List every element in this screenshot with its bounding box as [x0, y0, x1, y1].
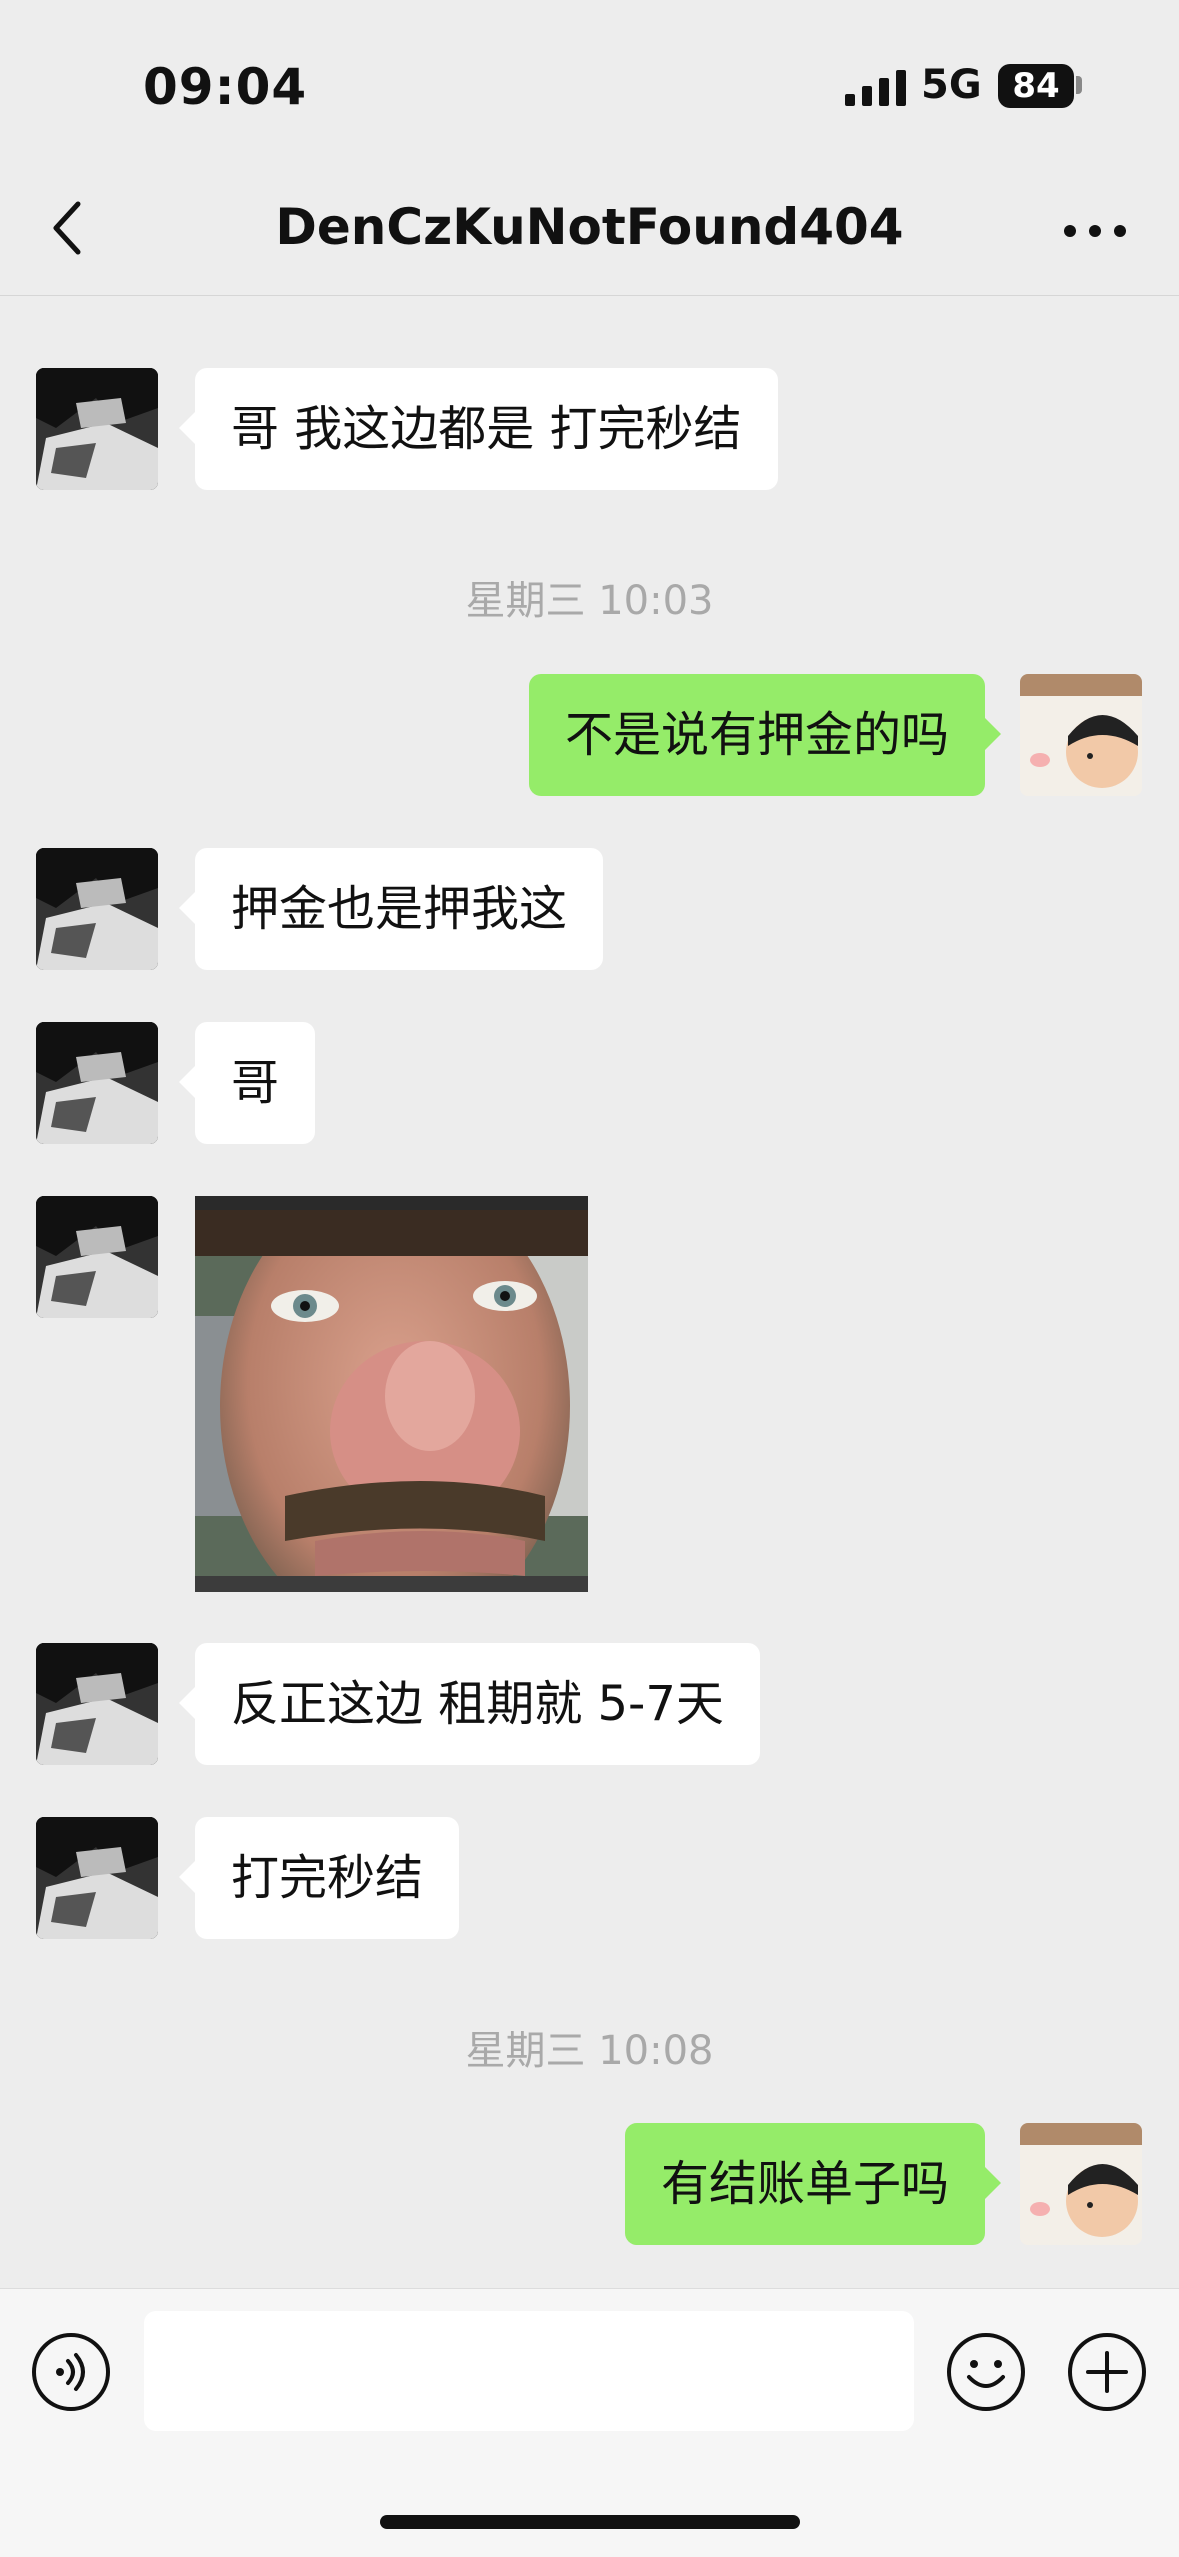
image-message[interactable] — [195, 1196, 588, 1592]
status-bar: 09:04 5G 84 — [0, 0, 1179, 170]
face-photo — [195, 1196, 588, 1592]
message-bubble[interactable]: 哥 — [178, 1022, 316, 1144]
avatar-image — [36, 1817, 158, 1939]
voice-icon[interactable] — [30, 2331, 112, 2413]
message-bubble[interactable]: 押金也是押我这 — [178, 848, 604, 970]
contact-avatar[interactable] — [36, 368, 158, 490]
contact-avatar[interactable] — [36, 1196, 158, 1318]
message-bubble[interactable]: 反正这边 租期就 5-7天 — [179, 1643, 760, 1765]
battery-icon: 84 — [998, 64, 1074, 108]
home-indicator[interactable] — [380, 2515, 800, 2529]
self-avatar[interactable] — [1020, 674, 1142, 796]
chat-header: DenCzKuNotFound404 — [0, 170, 1179, 296]
network-type: 5G — [921, 62, 982, 108]
more-icon[interactable] — [1060, 206, 1130, 256]
avatar-image — [36, 368, 158, 490]
avatar-image — [36, 1643, 158, 1765]
self-avatar[interactable] — [1020, 2123, 1142, 2245]
plus-icon[interactable] — [1066, 2331, 1148, 2413]
avatar-image — [36, 848, 158, 970]
emoji-icon[interactable] — [945, 2331, 1027, 2413]
avatar-image — [36, 1022, 158, 1144]
message-bubble-self[interactable]: 有结账单子吗 — [624, 2123, 1002, 2245]
message-timestamp: 星期三 10:08 — [465, 2028, 714, 2074]
avatar-image — [1020, 674, 1142, 796]
message-bubble[interactable]: 打完秒结 — [178, 1817, 460, 1939]
message-bubble[interactable]: 哥 我这边都是 打完秒结 — [179, 368, 778, 490]
battery-tip — [1076, 76, 1082, 94]
input-bar — [0, 2288, 1179, 2557]
message-timestamp: 星期三 10:03 — [465, 578, 714, 624]
contact-avatar[interactable] — [36, 1643, 158, 1765]
status-time: 09:04 — [143, 58, 308, 116]
contact-avatar[interactable] — [36, 1022, 158, 1144]
contact-avatar[interactable] — [36, 1817, 158, 1939]
avatar-image — [36, 1196, 158, 1318]
message-input[interactable] — [144, 2311, 914, 2431]
contact-avatar[interactable] — [36, 848, 158, 970]
chat-title: DenCzKuNotFound404 — [275, 198, 904, 256]
message-bubble-self[interactable]: 不是说有押金的吗 — [528, 674, 1002, 796]
avatar-image — [1020, 2123, 1142, 2245]
signal-icon — [845, 70, 906, 106]
